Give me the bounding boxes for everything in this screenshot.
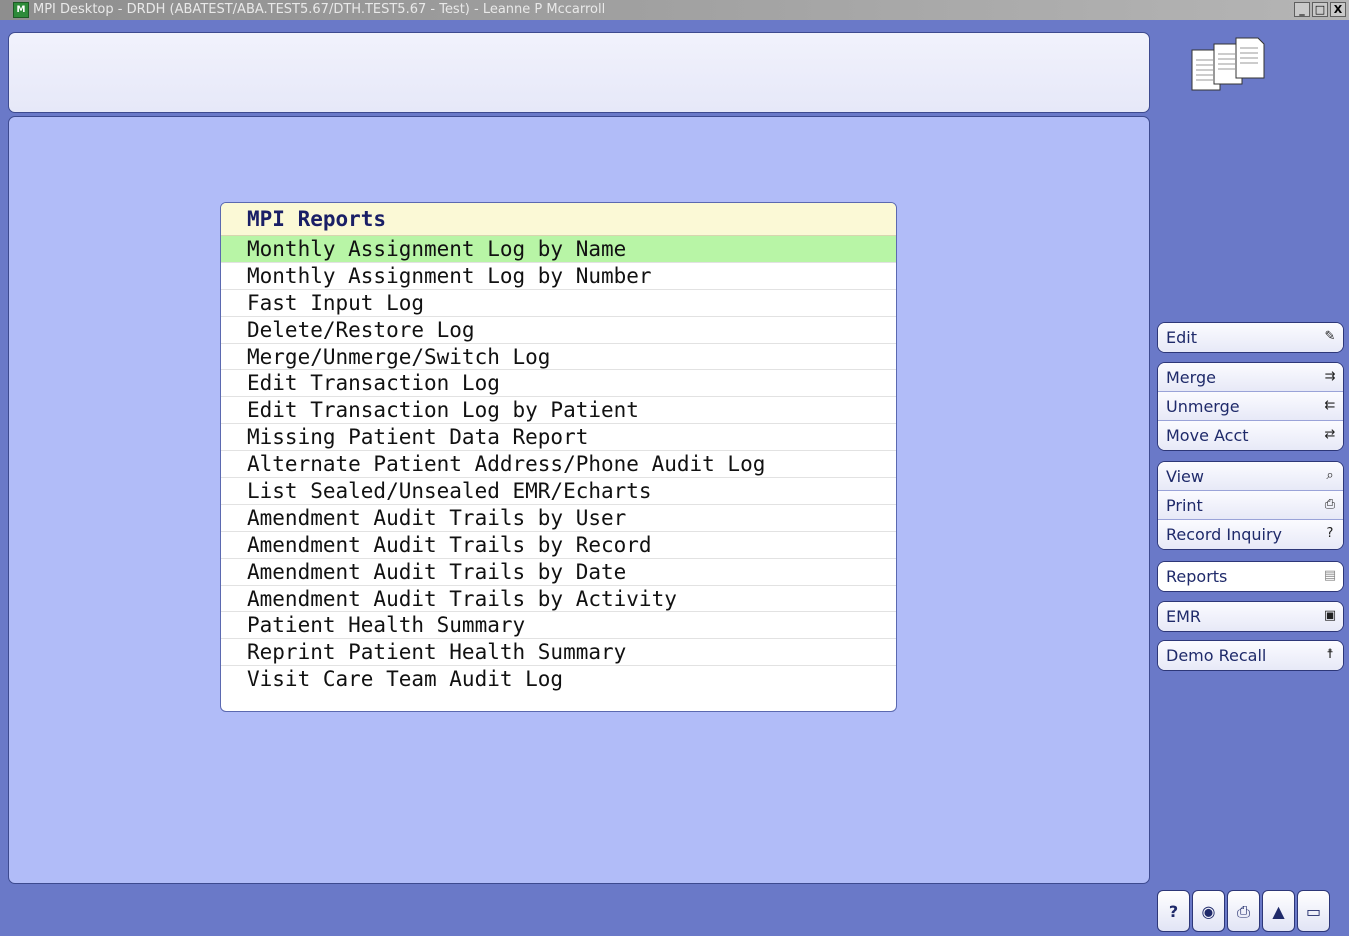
globe-button[interactable]: ◉ [1192, 890, 1225, 932]
report-item[interactable]: Edit Transaction Log by Patient [221, 397, 896, 425]
record-inquiry-button[interactable]: Record Inquiry ? [1158, 520, 1343, 549]
person-icon: ☨ [1326, 647, 1334, 662]
edit-label: Edit [1166, 328, 1197, 347]
minimize-button[interactable]: _ [1294, 2, 1310, 17]
report-item[interactable]: Monthly Assignment Log by Number [221, 263, 896, 290]
report-item[interactable]: Edit Transaction Log [221, 370, 896, 398]
unmerge-label: Unmerge [1166, 397, 1240, 416]
merge-button[interactable]: Merge ⇉ [1158, 363, 1343, 392]
report-item[interactable]: Missing Patient Data Report [221, 424, 896, 452]
globe-icon: ◉ [1201, 902, 1216, 921]
merge-label: Merge [1166, 368, 1216, 387]
help-icon: ? [1168, 902, 1179, 921]
merge-group: Merge ⇉ Unmerge ⇇ Move Acct ⇄ [1157, 362, 1344, 451]
print-tool-button[interactable]: ⎙ [1227, 890, 1260, 932]
header-panel [8, 32, 1150, 113]
report-item[interactable]: Patient Health Summary [221, 612, 896, 640]
edit-icon: ✎ [1324, 329, 1336, 344]
report-item[interactable]: Fast Input Log [221, 290, 896, 317]
edit-group: Edit ✎ [1157, 322, 1344, 353]
reports-button[interactable]: Reports ▤ [1158, 562, 1343, 591]
view-label: View [1166, 467, 1204, 486]
report-item[interactable]: Amendment Audit Trails by Record [221, 532, 896, 559]
record-inquiry-icon: ? [1326, 526, 1334, 541]
bottom-toolbar: ? ◉ ⎙ ▲ ▭ [1157, 890, 1330, 932]
demo-recall-label: Demo Recall [1166, 646, 1267, 665]
print-icon: ⎙ [1324, 497, 1336, 512]
title-bar: M MPI Desktop - DRDH (ABATEST/ABA.TEST5.… [0, 0, 1349, 20]
demo-recall-button[interactable]: Demo Recall ☨ [1158, 641, 1343, 670]
message-button[interactable]: ▭ [1297, 890, 1330, 932]
app-icon: M [13, 2, 29, 18]
move-acct-button[interactable]: Move Acct ⇄ [1158, 421, 1343, 450]
window-title: MPI Desktop - DRDH (ABATEST/ABA.TEST5.67… [33, 2, 606, 17]
unmerge-button[interactable]: Unmerge ⇇ [1158, 392, 1343, 421]
lock-button[interactable]: ▲ [1262, 890, 1295, 932]
message-icon: ▭ [1305, 902, 1322, 921]
report-item[interactable]: List Sealed/Unsealed EMR/Echarts [221, 478, 896, 505]
reports-group: Reports ▤ [1157, 561, 1344, 592]
help-button[interactable]: ? [1157, 890, 1190, 932]
lock-icon: ▲ [1272, 902, 1285, 921]
report-item[interactable]: Alternate Patient Address/Phone Audit Lo… [221, 451, 896, 479]
reports-icon: ▤ [1323, 568, 1337, 583]
merge-icon: ⇉ [1324, 369, 1336, 384]
report-item[interactable]: Reprint Patient Health Summary [221, 639, 896, 667]
printer-icon: ⎙ [1237, 902, 1250, 921]
emr-button[interactable]: EMR ▣ [1158, 602, 1343, 631]
edit-button[interactable]: Edit ✎ [1158, 323, 1343, 352]
documents-icon [1191, 37, 1265, 91]
emr-group: EMR ▣ [1157, 601, 1344, 632]
report-item[interactable]: Visit Care Team Audit Log [221, 666, 896, 693]
report-item[interactable]: Merge/Unmerge/Switch Log [221, 344, 896, 371]
close-button[interactable]: X [1330, 2, 1346, 17]
print-button[interactable]: Print ⎙ [1158, 491, 1343, 520]
print-label: Print [1166, 496, 1203, 515]
demo-recall-group: Demo Recall ☨ [1157, 640, 1344, 671]
report-item[interactable]: Amendment Audit Trails by Activity [221, 586, 896, 613]
report-item[interactable]: Delete/Restore Log [221, 317, 896, 344]
reports-title: MPI Reports [221, 203, 896, 236]
view-icon: ⌕ [1326, 468, 1334, 483]
record-inquiry-label: Record Inquiry [1166, 525, 1283, 544]
view-group: View ⌕ Print ⎙ Record Inquiry ? [1157, 461, 1344, 550]
emr-label: EMR [1166, 607, 1202, 626]
move-acct-label: Move Acct [1166, 426, 1249, 445]
reports-list: MPI Reports Monthly Assignment Log by Na… [220, 202, 897, 712]
report-item[interactable]: Amendment Audit Trails by Date [221, 559, 896, 586]
move-acct-icon: ⇄ [1324, 427, 1336, 442]
report-item[interactable]: Monthly Assignment Log by Name [221, 236, 896, 263]
emr-icon: ▣ [1323, 608, 1337, 623]
maximize-button[interactable]: □ [1312, 2, 1328, 17]
view-button[interactable]: View ⌕ [1158, 462, 1343, 491]
report-item[interactable]: Amendment Audit Trails by User [221, 505, 896, 532]
unmerge-icon: ⇇ [1324, 398, 1336, 413]
reports-label: Reports [1166, 567, 1228, 586]
